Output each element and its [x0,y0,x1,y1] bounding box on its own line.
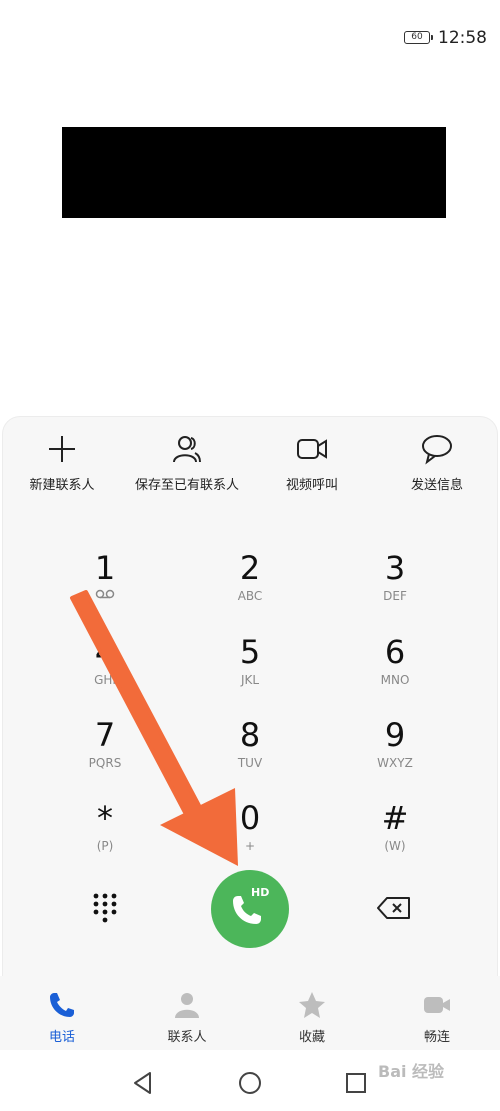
key-5[interactable]: 5 JKL [190,634,310,704]
call-button[interactable]: HD [211,870,289,948]
new-contact-button[interactable]: 新建联系人 [0,432,127,502]
save-to-existing-contact-button[interactable]: 保存至已有联系人 [122,432,252,502]
key-7[interactable]: 7 PQRS [45,717,165,787]
phone-icon [233,896,261,924]
key-9[interactable]: 9 WXYZ [335,717,455,787]
key-1[interactable]: 1 [45,550,165,620]
dialpad-toggle-icon[interactable] [88,890,122,924]
key-2[interactable]: 2 ABC [190,550,310,620]
key-8[interactable]: 8 TUV [190,717,310,787]
key-hash[interactable]: # (W) [335,800,455,870]
message-icon [422,435,452,465]
voicemail-icon [95,589,115,599]
key-star[interactable]: * (P) [45,800,165,870]
status-bar: 60 12:58 [0,0,500,70]
video-icon [297,439,327,459]
battery-icon: 60 [404,31,433,44]
recents-icon[interactable] [343,1070,369,1096]
tab-contacts[interactable]: 联系人 [142,990,232,1045]
key-0[interactable]: 0 + [190,800,310,870]
video-chat-icon [424,997,450,1013]
person-icon [173,436,201,463]
watermark: Bai 经验 [378,1062,445,1081]
key-3[interactable]: 3 DEF [335,550,455,620]
key-4[interactable]: 4 GHI [45,634,165,704]
send-message-button[interactable]: 发送信息 [372,432,500,502]
backspace-icon[interactable] [376,895,412,921]
number-display-redacted [62,127,446,218]
key-6[interactable]: 6 MNO [335,634,455,704]
video-call-button[interactable]: 视频呼叫 [247,432,377,502]
back-icon[interactable] [130,1070,156,1096]
home-icon[interactable] [237,1070,263,1096]
plus-icon [49,436,75,462]
contacts-icon [175,993,199,1018]
status-time: 12:58 [438,28,487,48]
tab-meetime[interactable]: 畅连 [392,990,482,1045]
star-icon [299,992,325,1018]
tab-favorites[interactable]: 收藏 [267,990,357,1045]
phone-icon [50,993,74,1017]
tab-phone[interactable]: 电话 [17,990,107,1045]
